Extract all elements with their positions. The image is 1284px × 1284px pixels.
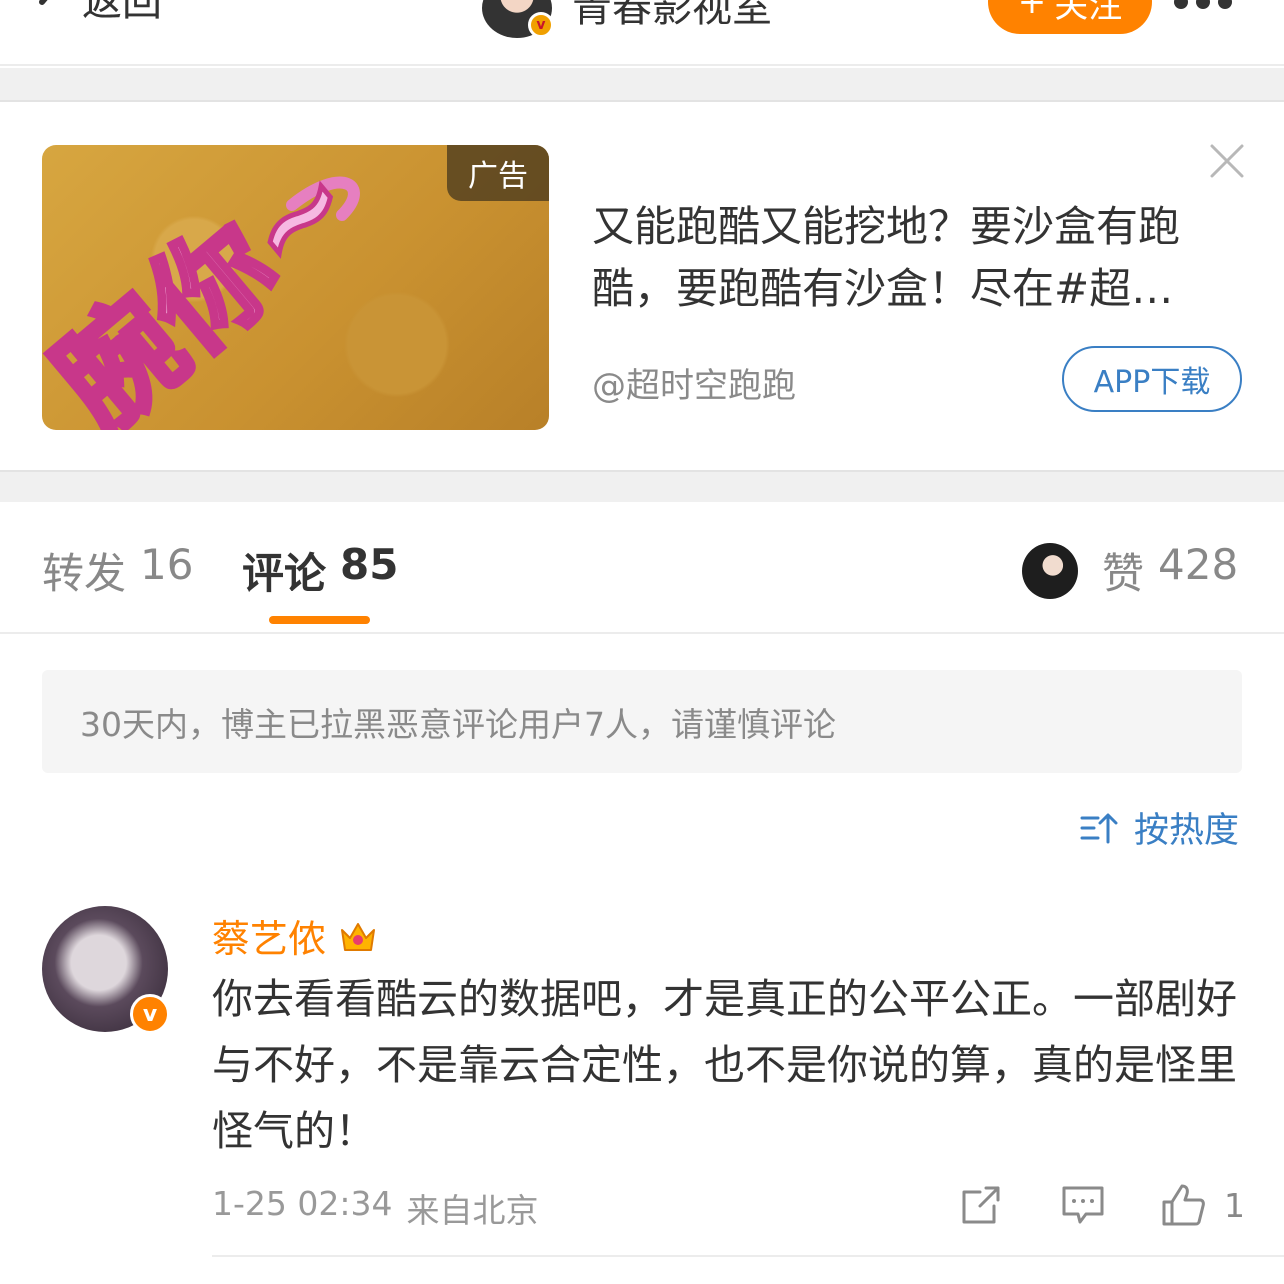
comment-repost-button[interactable]	[958, 1180, 1004, 1230]
comment-divider	[212, 1255, 1284, 1257]
more-dot-icon	[1218, 0, 1232, 9]
verified-badge-icon: v	[130, 994, 170, 1034]
ad-artwork-caption: 腕你~	[42, 145, 382, 430]
account-name[interactable]: 青春影视室	[572, 0, 772, 32]
interaction-tabs: 转发 16 评论 85 赞 428	[0, 502, 1284, 634]
tab-repost-label: 转发	[42, 549, 127, 598]
comment-meta: 1-25 02:34 来自北京	[212, 1184, 539, 1232]
comment-source: 来自北京	[406, 1191, 539, 1230]
liker-avatar[interactable]	[1022, 542, 1078, 599]
ad-card: 腕你~ 广告 又能跑酷又能挖地？要沙盒有跑酷，要跑酷有沙盒！尽在#超… @超时空…	[0, 104, 1284, 470]
follow-button[interactable]: + 关注	[988, 0, 1152, 34]
ad-badge: 广告	[447, 145, 549, 201]
commenter[interactable]: 蔡艺侬	[212, 908, 380, 963]
tab-comment-label: 评论	[242, 549, 327, 598]
thumbs-up-icon	[1162, 1184, 1205, 1226]
share-icon	[962, 1186, 1000, 1224]
more-dot-icon	[1196, 0, 1210, 9]
comment-text: 你去看看酷云的数据吧，才是真正的公平公正。一部剧好与不好，不是靠云合定性，也不是…	[212, 975, 1237, 1155]
tab-comment-count: 85	[340, 540, 399, 589]
ad-image[interactable]: 腕你~ 广告	[42, 145, 549, 430]
tab-repost-count: 16	[140, 540, 194, 589]
comment-like-count: 1	[1224, 1185, 1245, 1225]
comment-like-button[interactable]: 1	[1160, 1180, 1245, 1230]
back-label: 返回	[82, 0, 162, 25]
commenter-name[interactable]: 蔡艺侬	[212, 908, 326, 963]
ad-source[interactable]: @超时空跑跑	[592, 358, 796, 407]
likes-summary: 赞 428	[1102, 540, 1238, 601]
more-dot-icon	[1174, 0, 1188, 9]
verified-badge-icon: v	[528, 12, 554, 38]
crown-icon	[341, 922, 376, 951]
moderation-notice: 30天内，博主已拉黑恶意评论用户7人，请谨慎评论	[42, 670, 1242, 773]
sort-icon	[1080, 813, 1118, 843]
active-tab-indicator	[269, 616, 370, 624]
tab-like-count: 428	[1158, 540, 1239, 589]
section-spacer	[0, 470, 1284, 502]
ad-text[interactable]: 又能跑酷又能挖地？要沙盒有跑酷，要跑酷有沙盒！尽在#超…	[592, 196, 1232, 320]
tab-comment[interactable]: 评论 85	[242, 540, 398, 601]
follow-label: 关注	[1054, 0, 1123, 26]
comment-icon	[1062, 1186, 1104, 1224]
tab-likes[interactable]: 赞 428	[1022, 540, 1238, 601]
tab-repost[interactable]: 转发 16	[42, 540, 193, 601]
sort-label: 按热度	[1134, 811, 1240, 851]
account-avatar[interactable]: v	[482, 0, 554, 38]
sort-button[interactable]: 按热度	[1080, 802, 1239, 853]
back-button[interactable]: 返回	[36, 0, 162, 26]
comment-time: 1-25 02:34	[212, 1184, 393, 1223]
close-icon[interactable]	[1208, 142, 1246, 180]
section-spacer	[0, 68, 1284, 102]
plus-icon: +	[1017, 0, 1047, 22]
comment-reply-button[interactable]	[1060, 1180, 1106, 1230]
tab-like-label: 赞	[1102, 549, 1145, 598]
account-header[interactable]: v 青春影视室	[482, 0, 772, 38]
top-nav: 返回 v 青春影视室 + 关注	[0, 0, 1284, 66]
more-menu-button[interactable]	[1174, 0, 1244, 12]
app-download-button[interactable]: APP下载	[1062, 346, 1242, 412]
chevron-left-icon	[39, 0, 48, 5]
